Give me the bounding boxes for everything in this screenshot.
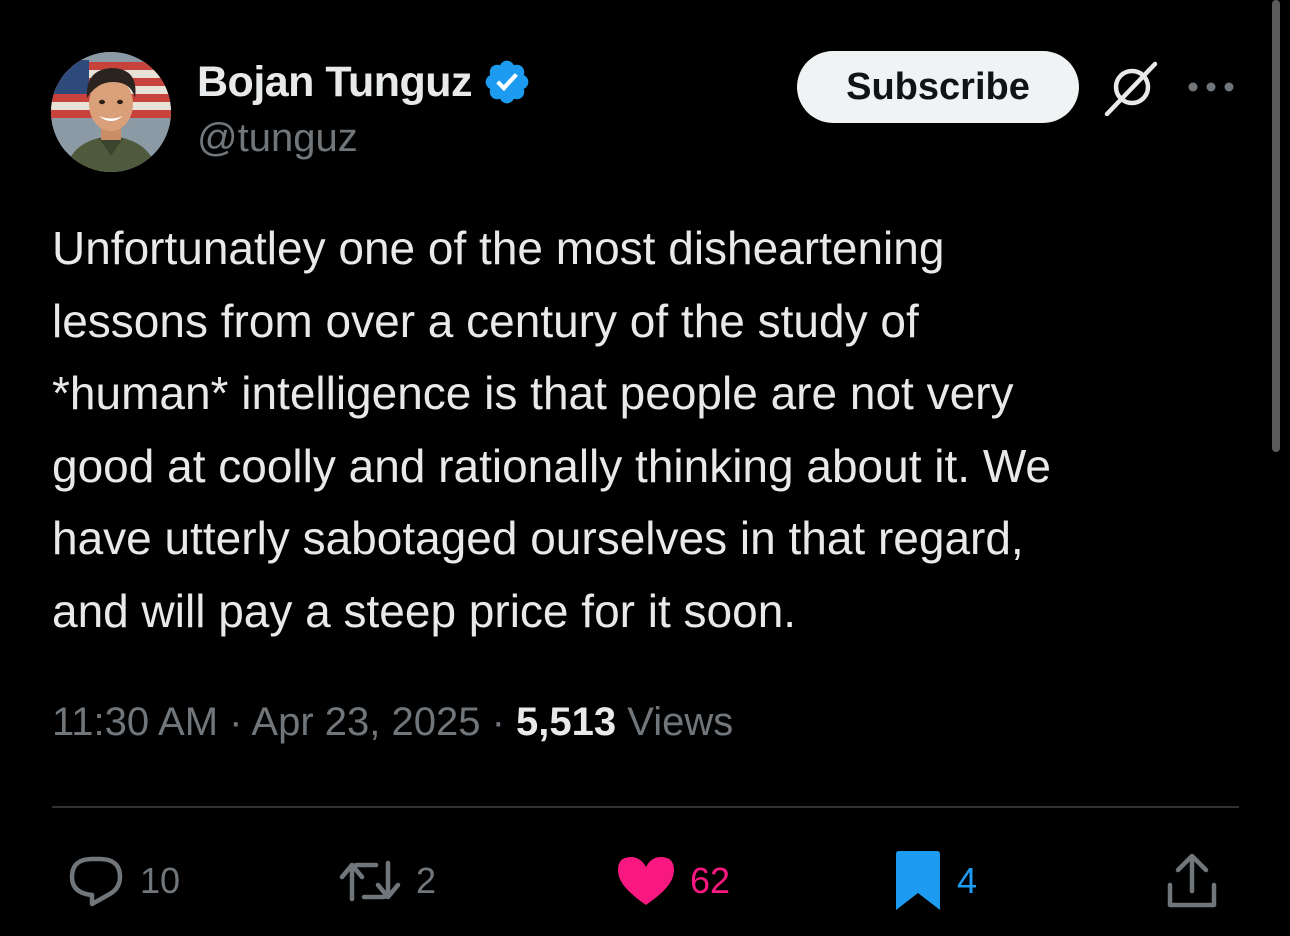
reply-icon — [69, 856, 123, 907]
reply-count: 10 — [140, 860, 181, 901]
share-icon — [1167, 853, 1217, 908]
avatar-image — [51, 52, 171, 172]
share-button[interactable] — [1164, 850, 1220, 912]
subscribe-button[interactable]: Subscribe — [797, 51, 1079, 123]
heart-icon — [618, 857, 674, 905]
author-name-row[interactable]: Bojan Tunguz — [197, 54, 532, 110]
verified-badge-icon[interactable] — [482, 57, 532, 107]
repost-button[interactable]: 2 — [338, 850, 436, 912]
repost-count: 2 — [416, 860, 437, 901]
grok-icon[interactable] — [1103, 60, 1159, 116]
avatar[interactable] — [51, 52, 171, 172]
views-label: Views — [627, 700, 734, 744]
author-display-name[interactable]: Bojan Tunguz — [197, 58, 473, 107]
reply-button[interactable]: 10 — [66, 850, 180, 912]
like-button[interactable]: 62 — [616, 850, 730, 912]
bookmark-icon — [896, 851, 940, 910]
meta-separator: · — [229, 700, 243, 744]
bookmark-button[interactable]: 4 — [893, 850, 977, 912]
meta-separator: · — [491, 700, 505, 744]
post-text: Unfortunatley one of the most dishearten… — [52, 222, 1051, 637]
post-date[interactable]: Apr 23, 2025 — [251, 700, 480, 744]
bookmark-count: 4 — [957, 860, 978, 901]
divider — [52, 806, 1239, 808]
repost-icon — [339, 860, 401, 902]
post-metadata: 11:30 AM · Apr 23, 2025 · 5,513 Views — [52, 700, 733, 745]
post-time[interactable]: 11:30 AM — [52, 700, 218, 744]
scrollbar[interactable] — [1272, 0, 1280, 452]
author-handle[interactable]: @tunguz — [197, 116, 358, 161]
views-count: 5,513 — [516, 700, 617, 744]
more-icon[interactable] — [1186, 74, 1236, 100]
like-count: 62 — [690, 860, 731, 901]
